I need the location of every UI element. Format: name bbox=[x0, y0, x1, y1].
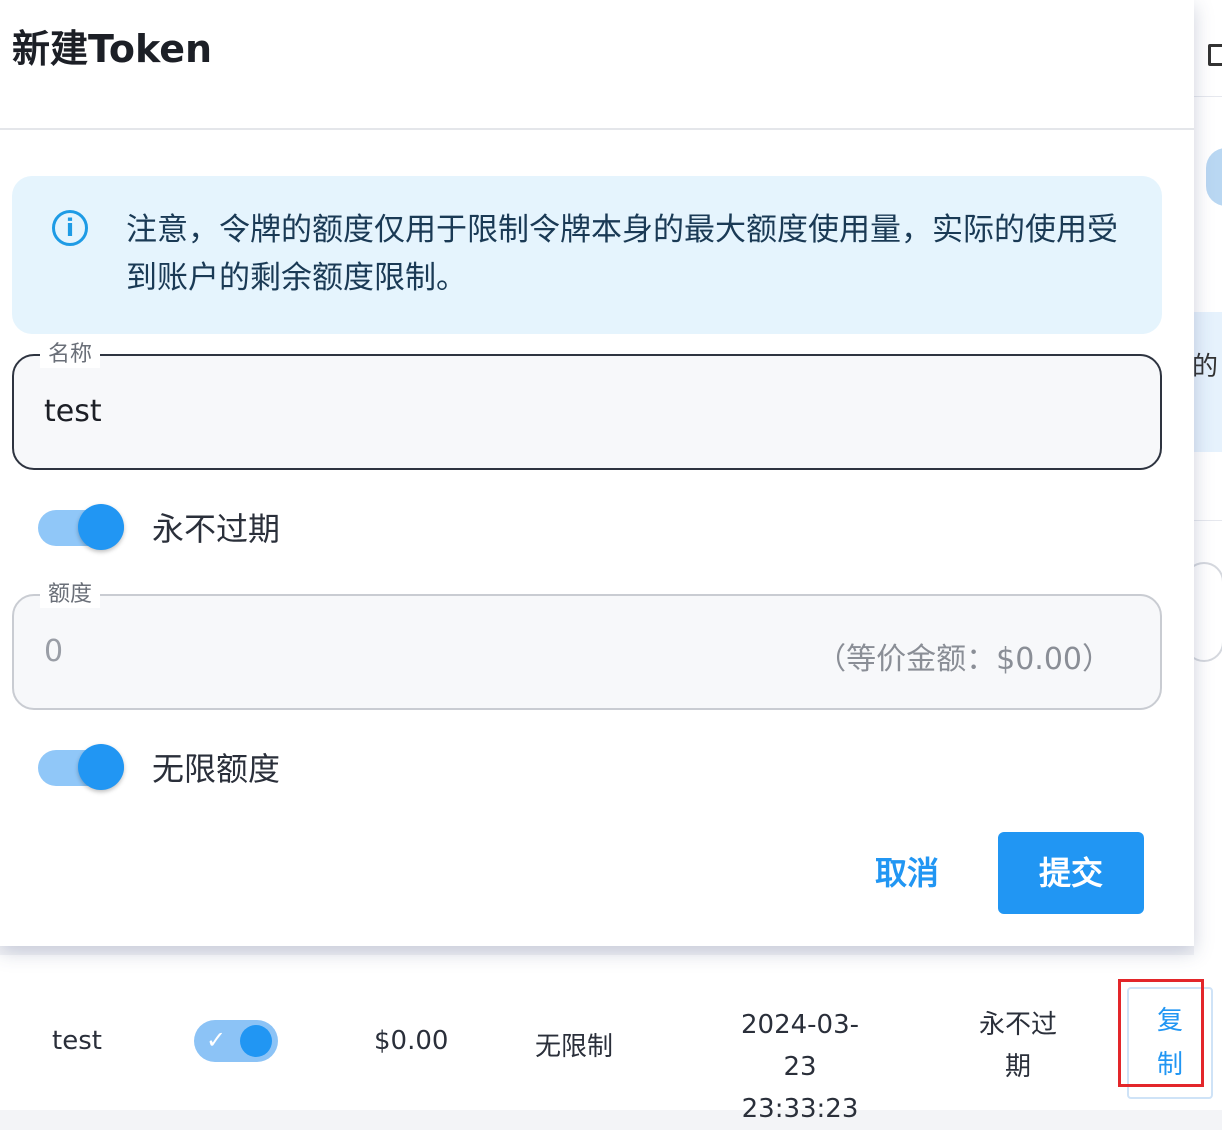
quota-field-label: 额度 bbox=[40, 576, 101, 608]
token-name-cell: test bbox=[52, 1026, 102, 1056]
used-quota-cell: $0.00 bbox=[374, 1026, 449, 1056]
remaining-quota-cell: 无限制 bbox=[535, 1032, 614, 1062]
quota-equivalent-amount: （等价金额：$0.00） bbox=[816, 642, 1112, 677]
cancel-button[interactable]: 取消 bbox=[860, 840, 954, 906]
unlimited-quota-switch[interactable] bbox=[38, 744, 124, 790]
divider bbox=[1194, 520, 1222, 521]
quota-field-value[interactable]: 0 bbox=[44, 634, 63, 669]
name-field-value[interactable]: test bbox=[44, 394, 102, 429]
check-icon: ✓ bbox=[206, 1026, 227, 1054]
avatar bbox=[1206, 148, 1222, 206]
toggle-knob bbox=[240, 1025, 272, 1057]
name-field-label: 名称 bbox=[40, 336, 101, 368]
submit-button[interactable]: 提交 bbox=[998, 832, 1144, 914]
divider bbox=[1194, 96, 1222, 97]
created-date: 2024-03-23 bbox=[740, 1010, 859, 1082]
unlimited-quota-label: 无限额度 bbox=[152, 750, 281, 788]
alert-text: 注意，令牌的额度仅用于限制令牌本身的最大额度使用量，实际的使用受到账户的剩余额度… bbox=[126, 212, 1118, 296]
created-time: 23:33:23 bbox=[741, 1094, 859, 1124]
dialog-title: 新建Token bbox=[12, 27, 213, 71]
info-icon: i bbox=[52, 210, 88, 246]
new-token-dialog: 新建Token i 注意，令牌的额度仅用于限制令牌本身的最大额度使用量，实际的使… bbox=[0, 0, 1194, 946]
copy-button[interactable]: 复制 bbox=[1127, 987, 1213, 1099]
background-panel: 的 bbox=[1184, 0, 1222, 960]
status-toggle[interactable]: ✓ bbox=[194, 1020, 278, 1062]
expire-time-cell: 永不过期 bbox=[978, 1010, 1057, 1082]
file-icon[interactable] bbox=[1208, 44, 1222, 66]
quota-input[interactable]: 额度 0 （等价金额：$0.00） bbox=[12, 576, 1162, 710]
divider bbox=[0, 128, 1194, 130]
background-text: 的 bbox=[1192, 352, 1219, 382]
never-expire-label: 永不过期 bbox=[152, 510, 281, 548]
info-alert: i 注意，令牌的额度仅用于限制令牌本身的最大额度使用量，实际的使用受到账户的剩余… bbox=[12, 176, 1162, 334]
name-input[interactable]: 名称 test bbox=[12, 336, 1162, 470]
created-time-cell: 2024-03-23 23:33:23 bbox=[730, 1004, 870, 1130]
switch-knob bbox=[78, 744, 124, 790]
never-expire-switch[interactable] bbox=[38, 504, 124, 550]
switch-knob bbox=[78, 504, 124, 550]
